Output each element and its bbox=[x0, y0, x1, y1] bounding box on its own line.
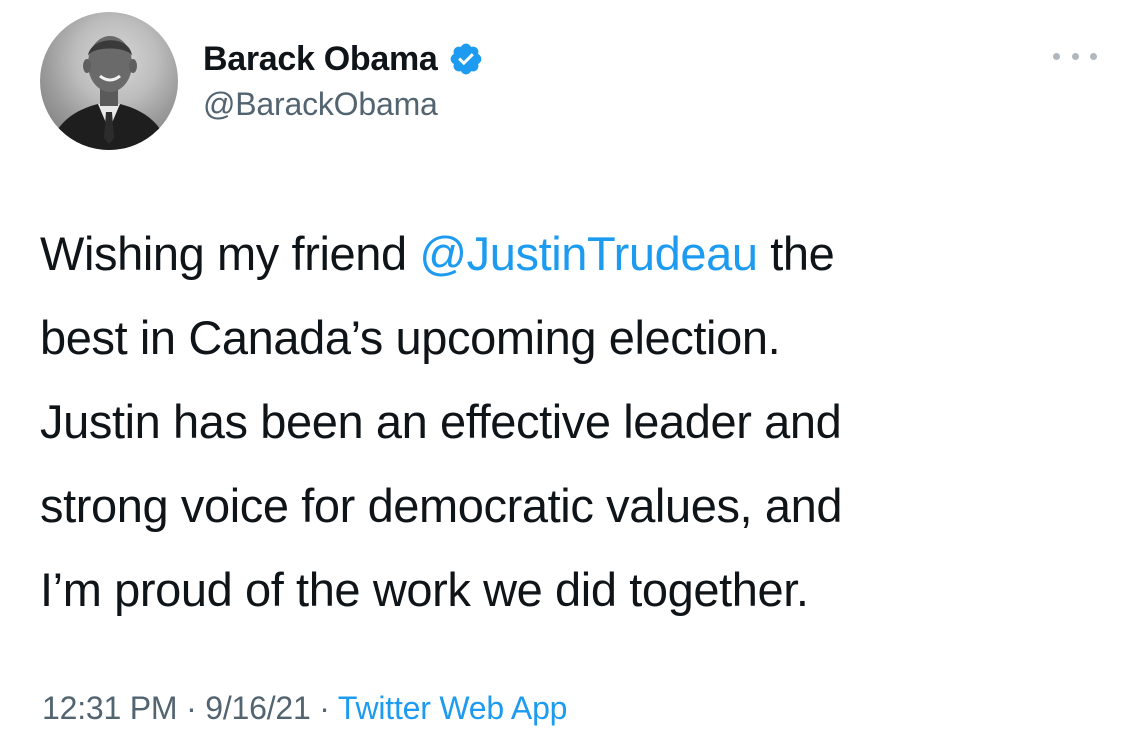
tweet-line-4: strong voice for democratic values, and bbox=[40, 479, 843, 532]
author-handle[interactable]: @BarackObama bbox=[203, 86, 438, 123]
tweet-metadata: 12:31 PM · 9/16/21 · Twitter Web App bbox=[42, 690, 567, 727]
more-dot-icon bbox=[1071, 52, 1079, 60]
more-options-button[interactable] bbox=[1053, 46, 1097, 66]
meta-separator: · bbox=[177, 690, 206, 726]
tweet-source-link[interactable]: Twitter Web App bbox=[338, 690, 568, 726]
more-dot-icon bbox=[1053, 52, 1060, 60]
tweet-date[interactable]: 9/16/21 bbox=[205, 690, 311, 726]
tweet-card: Barack Obama @BarackObama Wishing my fri… bbox=[0, 0, 1125, 750]
tweet-line-1: Wishing my friend @JustinTrudeau the bbox=[40, 212, 1100, 296]
author-display-name[interactable]: Barack Obama bbox=[203, 40, 438, 79]
author-avatar[interactable] bbox=[40, 12, 178, 150]
tweet-text-segment: Wishing my friend bbox=[40, 227, 420, 280]
verified-badge-icon bbox=[450, 43, 481, 75]
author-name-row: Barack Obama bbox=[203, 36, 484, 82]
tweet-line-2: best in Canada’s upcoming election. bbox=[40, 311, 781, 364]
more-dot-icon bbox=[1090, 52, 1097, 60]
meta-separator: · bbox=[310, 690, 338, 726]
tweet-time[interactable]: 12:31 PM bbox=[42, 690, 178, 726]
person-photo-icon bbox=[50, 36, 168, 150]
mention-link[interactable]: @JustinTrudeau bbox=[419, 227, 758, 280]
tweet-line-5: I’m proud of the work we did together. bbox=[40, 563, 809, 616]
tweet-text-segment: the bbox=[757, 227, 835, 280]
tweet-line-3: Justin has been an effective leader and bbox=[40, 395, 842, 448]
tweet-text: Wishing my friend @JustinTrudeau the bes… bbox=[40, 212, 1100, 632]
